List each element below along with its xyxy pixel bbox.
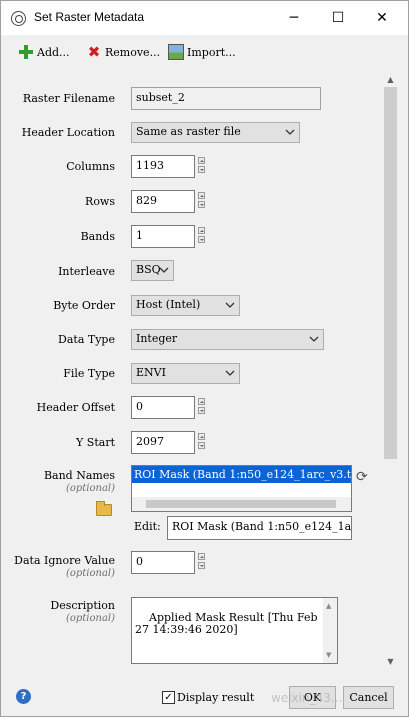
scrollbar-thumb[interactable]: [384, 87, 397, 459]
spin-down-icon[interactable]: [198, 442, 205, 449]
chevron-down-icon: [225, 302, 235, 308]
hscroll-thumb[interactable]: [146, 500, 336, 508]
add-button[interactable]: Add...: [18, 43, 70, 61]
file-type-value: ENVI: [136, 366, 166, 379]
description-label: Description: [50, 599, 115, 612]
dialog-window: Set Raster Metadata ─ ☐ ✕ Add... ✖ Remov…: [0, 0, 409, 717]
byte-order-select[interactable]: Host (Intel): [131, 295, 240, 316]
watermark: weixin_43...: [271, 691, 343, 705]
band-name-edit-input[interactable]: ROI Mask (Band 1:n50_e124_1arc: [167, 516, 352, 540]
toolbar: Add... ✖ Remove... Import...: [1, 35, 408, 69]
header-offset-spinner[interactable]: [198, 398, 206, 415]
header-offset-label: Header Offset: [36, 401, 115, 414]
help-icon[interactable]: ?: [16, 689, 31, 704]
interleave-select[interactable]: BSQ: [131, 260, 174, 281]
window-title: Set Raster Metadata: [34, 10, 145, 24]
spin-down-icon[interactable]: [198, 201, 205, 208]
spin-up-icon[interactable]: [198, 433, 205, 440]
band-names-hscroll[interactable]: [132, 497, 351, 511]
interleave-label: Interleave: [58, 265, 115, 278]
edit-label: Edit:: [134, 520, 161, 533]
header-location-label: Header Location: [21, 126, 115, 139]
data-type-select[interactable]: Integer: [131, 329, 324, 350]
scroll-up-arrow-icon[interactable]: ▲: [382, 71, 399, 88]
spin-down-icon[interactable]: [198, 407, 205, 414]
chevron-down-icon: [285, 129, 295, 135]
bands-input[interactable]: 1: [131, 225, 195, 248]
columns-input[interactable]: 1193: [131, 155, 195, 178]
folder-icon[interactable]: [96, 501, 112, 516]
band-names-optional: (optional): [65, 483, 115, 494]
import-label: Import...: [187, 45, 236, 59]
header-offset-input[interactable]: 0: [131, 396, 195, 419]
chevron-down-icon: [225, 370, 235, 376]
image-icon: [168, 44, 184, 60]
scroll-up-arrow-icon[interactable]: ▲: [326, 600, 331, 612]
spin-up-icon[interactable]: [198, 157, 205, 164]
description-scrollbar[interactable]: ▲ ▼: [323, 598, 337, 663]
columns-label: Columns: [66, 160, 115, 173]
data-type-label: Data Type: [58, 333, 115, 346]
minimize-button[interactable]: ─: [271, 1, 317, 35]
spin-up-icon[interactable]: [198, 398, 205, 405]
spin-up-icon[interactable]: [198, 553, 205, 560]
maximize-button[interactable]: ☐: [315, 1, 361, 35]
chevron-down-icon: [159, 267, 169, 273]
remove-button[interactable]: ✖ Remove...: [86, 43, 160, 61]
description-textarea[interactable]: Applied Mask Result [Thu Feb 27 14:39:46…: [131, 597, 338, 664]
y-start-spinner[interactable]: [198, 433, 206, 450]
header-location-value: Same as raster file: [136, 125, 241, 138]
rows-label: Rows: [85, 195, 115, 208]
file-type-select[interactable]: ENVI: [131, 363, 240, 384]
data-ignore-value-optional: (optional): [65, 568, 115, 579]
data-ignore-value-spinner[interactable]: [198, 553, 206, 570]
display-result-checkbox[interactable]: ✓: [162, 691, 175, 704]
title-bar: Set Raster Metadata ─ ☐ ✕: [1, 1, 408, 35]
band-names-list[interactable]: ROI Mask (Band 1:n50_e124_1arc_v3.ti: [131, 465, 352, 512]
raster-filename-field[interactable]: subset_2: [131, 87, 321, 110]
app-icon: [11, 11, 26, 26]
description-text: Applied Mask Result [Thu Feb 27 14:39:46…: [135, 611, 318, 636]
chevron-down-icon: [309, 336, 319, 342]
scroll-down-arrow-icon[interactable]: ▼: [326, 649, 331, 661]
bands-label: Bands: [80, 230, 115, 243]
rows-spinner[interactable]: [198, 192, 206, 209]
y-start-input[interactable]: 2097: [131, 431, 195, 454]
remove-label: Remove...: [105, 45, 161, 59]
data-type-value: Integer: [136, 332, 178, 345]
byte-order-label: Byte Order: [53, 299, 115, 312]
import-button[interactable]: Import...: [168, 43, 236, 61]
byte-order-value: Host (Intel): [136, 298, 201, 311]
rows-input[interactable]: 829: [131, 190, 195, 213]
display-result-label: Display result: [177, 691, 255, 704]
dialog-footer: ? ✓ Display result OK Cancel: [1, 672, 408, 716]
add-label: Add...: [37, 45, 70, 59]
spin-down-icon[interactable]: [198, 562, 205, 569]
data-ignore-value-label: Data Ignore Value: [14, 554, 115, 567]
band-names-list-item[interactable]: ROI Mask (Band 1:n50_e124_1arc_v3.ti: [132, 466, 351, 483]
y-start-label: Y Start: [76, 436, 115, 449]
vertical-scrollbar[interactable]: ▲ ▼: [382, 73, 399, 671]
spin-down-icon[interactable]: [198, 236, 205, 243]
spin-up-icon[interactable]: [198, 227, 205, 234]
file-type-label: File Type: [63, 367, 115, 380]
delete-x-icon: ✖: [87, 43, 101, 61]
columns-spinner[interactable]: [198, 157, 206, 174]
data-ignore-value-input[interactable]: 0: [131, 551, 195, 574]
description-optional: (optional): [65, 613, 115, 624]
raster-filename-label: Raster Filename: [22, 92, 115, 105]
cancel-button[interactable]: Cancel: [343, 686, 394, 709]
refresh-icon[interactable]: ⟳: [356, 470, 371, 485]
close-button[interactable]: ✕: [359, 1, 405, 35]
scroll-down-arrow-icon[interactable]: ▼: [382, 653, 399, 670]
band-names-label: Band Names: [43, 469, 115, 482]
plus-icon: [18, 44, 34, 60]
header-location-select[interactable]: Same as raster file: [131, 122, 300, 143]
bands-spinner[interactable]: [198, 227, 206, 244]
interleave-value: BSQ: [136, 263, 161, 276]
spin-down-icon[interactable]: [198, 166, 205, 173]
spin-up-icon[interactable]: [198, 192, 205, 199]
